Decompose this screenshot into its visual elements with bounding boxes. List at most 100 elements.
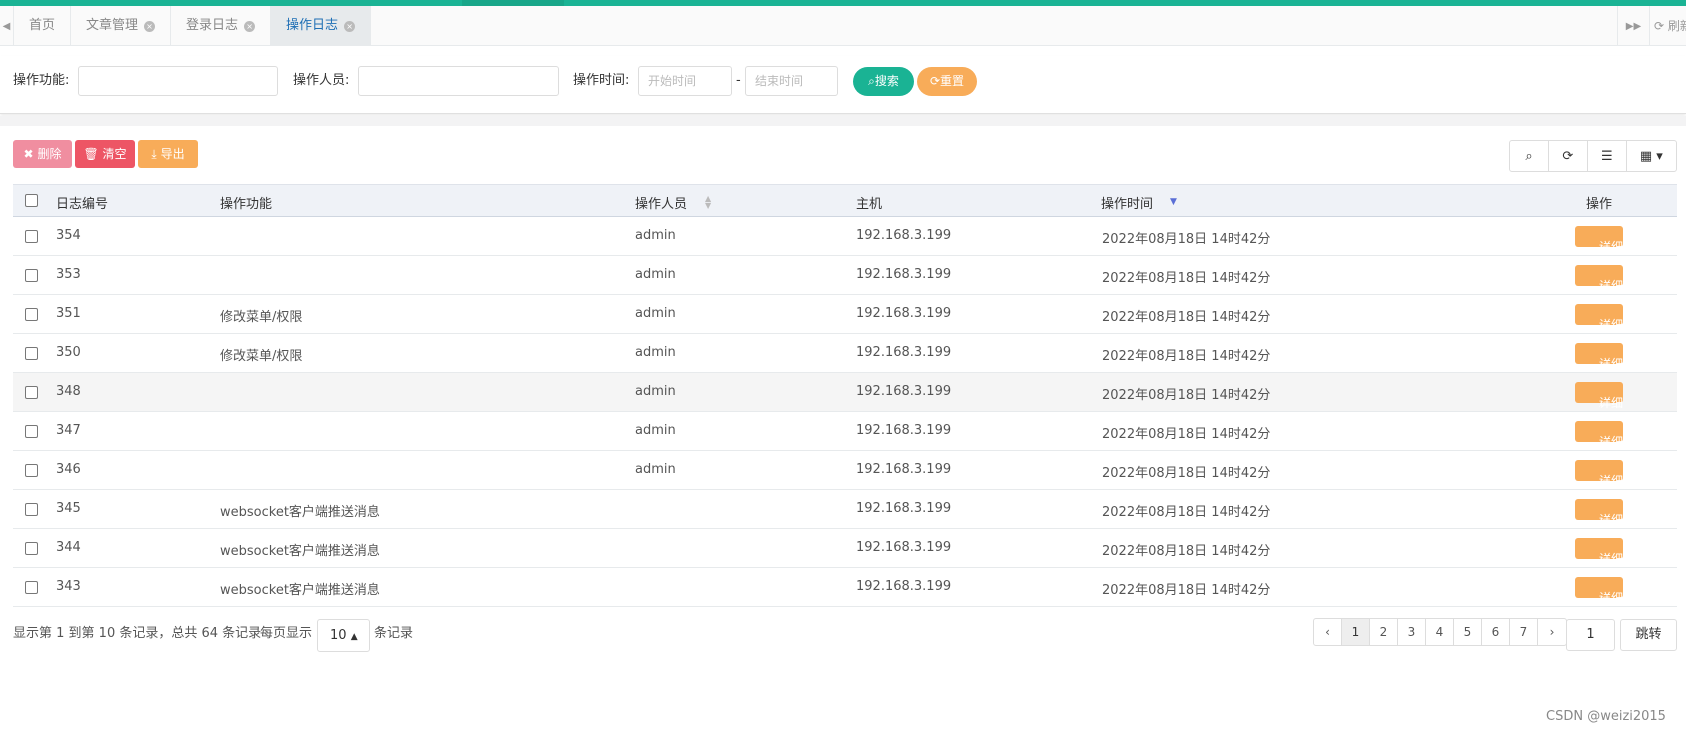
cell-time: 2022年08月18日 14时42分	[1102, 388, 1271, 403]
page-size-select[interactable]: 10 ▲	[317, 619, 370, 652]
start-time-input[interactable]: 开始时间	[638, 66, 732, 96]
tab-close-icon[interactable]: ×	[344, 20, 356, 32]
detail-button[interactable]: ⌕ 详细	[1575, 226, 1623, 254]
header-id[interactable]: 日志编号	[56, 193, 108, 212]
jump-page-input[interactable]: 1	[1566, 619, 1615, 651]
user-input[interactable]	[358, 66, 559, 96]
cell-id: 343	[56, 579, 81, 594]
detail-button[interactable]: ⌕ 详细	[1575, 421, 1623, 449]
detail-button[interactable]: ⌕ 详细	[1575, 343, 1623, 371]
row-checkbox[interactable]	[25, 308, 38, 321]
per-page-label: 每页显示	[260, 626, 313, 641]
header-func[interactable]: 操作功能	[220, 193, 272, 212]
refresh-button[interactable]: ⟳ 刷新	[1649, 6, 1686, 46]
page-button[interactable]: 3	[1398, 619, 1426, 645]
cell-time: 2022年08月18日 14时42分	[1102, 427, 1271, 442]
refresh-icon: ⟳	[1654, 19, 1665, 33]
tab-list: 首页 文章管理 × 登录日志 × 操作日志 ×	[14, 6, 372, 46]
row-checkbox[interactable]	[25, 386, 38, 399]
header-host[interactable]: 主机	[856, 193, 882, 212]
cell-time: 2022年08月18日 14时42分	[1102, 349, 1271, 364]
time-label: 操作时间:	[573, 73, 630, 88]
cell-time: 2022年08月18日 14时42分	[1102, 544, 1271, 559]
tab-close-icon[interactable]: ×	[144, 20, 156, 32]
delete-button[interactable]: ✖ 删除	[13, 140, 72, 168]
cell-id: 345	[56, 501, 81, 516]
cell-host: 192.168.3.199	[856, 345, 952, 360]
page-button[interactable]: 7	[1510, 619, 1538, 645]
header-user[interactable]: 操作人员	[635, 193, 687, 212]
row-checkbox[interactable]	[25, 269, 38, 282]
pagination: ‹ 1 2 3 4 5 6 7 ›	[1313, 618, 1567, 646]
sort-both-icon: ▲ ▼	[705, 194, 712, 210]
detail-button[interactable]: ⌕ 详细	[1575, 538, 1623, 566]
search-icon: ⌕	[868, 74, 875, 88]
page-button[interactable]: 2	[1370, 619, 1398, 645]
func-label: 操作功能:	[13, 73, 70, 88]
cell-user: admin	[635, 345, 676, 360]
page-button[interactable]: 4	[1426, 619, 1454, 645]
header-action: 操作	[1586, 197, 1613, 212]
tab-label: 操作日志	[286, 18, 339, 33]
jump-button[interactable]: 跳转	[1620, 619, 1677, 651]
cell-func: websocket客户端推送消息	[220, 544, 380, 559]
detail-button[interactable]: ⌕ 详细	[1575, 265, 1623, 293]
page-button[interactable]: 1	[1342, 619, 1370, 645]
detail-button[interactable]: ⌕ 详细	[1575, 499, 1623, 527]
tab-item[interactable]: 首页	[14, 6, 72, 46]
columns-menu-icon[interactable]: ▦ ▾	[1627, 141, 1676, 171]
log-table: 日志编号 操作功能 操作人员 ▲ ▼ 主机 操作时间 ▼ 操作 354 admin 1…	[13, 184, 1677, 607]
search-button[interactable]: ⌕搜索	[853, 67, 914, 96]
tab-item[interactable]: 操作日志 ×	[271, 6, 372, 46]
table-row: 344 websocket客户端推送消息 192.168.3.199 2022年08月…	[13, 529, 1677, 568]
row-checkbox[interactable]	[25, 464, 38, 477]
detail-button[interactable]: ⌕ 详细	[1575, 460, 1623, 488]
row-checkbox[interactable]	[25, 425, 38, 438]
select-all-checkbox[interactable]	[25, 194, 38, 207]
cell-id: 347	[56, 423, 81, 438]
cell-host: 192.168.3.199	[856, 579, 952, 594]
export-button[interactable]: ⤓ 导出	[138, 140, 198, 168]
row-checkbox[interactable]	[25, 347, 38, 360]
cell-user: admin	[635, 384, 676, 399]
tab-label: 首页	[29, 18, 56, 33]
end-time-input[interactable]: 结束时间	[745, 66, 838, 96]
prev-page-button[interactable]: ‹	[1314, 619, 1342, 645]
tab-item[interactable]: 文章管理 ×	[71, 6, 172, 46]
clear-button[interactable]: 🗑 清空	[75, 140, 135, 168]
header-time[interactable]: 操作时间	[1101, 193, 1153, 212]
caret-up-icon: ▲	[350, 632, 358, 642]
tab-item[interactable]: 登录日志 ×	[171, 6, 272, 46]
detail-button[interactable]: ⌕ 详细	[1575, 304, 1623, 332]
row-checkbox[interactable]	[25, 230, 38, 243]
tab-scroll-right-icon[interactable]: ▶▶	[1617, 6, 1649, 46]
row-checkbox[interactable]	[25, 503, 38, 516]
row-checkbox[interactable]	[25, 542, 38, 555]
page-button[interactable]: 5	[1454, 619, 1482, 645]
tab-close-icon[interactable]: ×	[244, 20, 256, 32]
detail-button[interactable]: ⌕ 详细	[1575, 577, 1623, 605]
toggle-view-icon[interactable]: ☰	[1588, 141, 1627, 171]
tab-scroll-left-icon[interactable]: ◀	[0, 6, 14, 46]
search-panel: 操作功能: 操作人员: 操作时间: 开始时间 - 结束时间 ⌕搜索 ⟳重置	[0, 56, 1686, 114]
download-icon: ⤓	[151, 147, 157, 161]
cell-user: admin	[635, 228, 676, 243]
func-input[interactable]	[78, 66, 278, 96]
cell-host: 192.168.3.199	[856, 267, 952, 282]
cell-time: 2022年08月18日 14时42分	[1102, 466, 1271, 481]
next-page-button[interactable]: ›	[1538, 619, 1566, 645]
table-tools: ⌕ ⟳ ☰ ▦ ▾	[1509, 140, 1677, 172]
cell-time: 2022年08月18日 14时42分	[1102, 310, 1271, 325]
table-search-icon[interactable]: ⌕	[1510, 141, 1549, 171]
row-checkbox[interactable]	[25, 581, 38, 594]
cell-id: 353	[56, 267, 81, 282]
detail-button[interactable]: ⌕ 详细	[1575, 382, 1623, 410]
range-dash: -	[736, 73, 741, 88]
cell-id: 354	[56, 228, 81, 243]
cell-id: 346	[56, 462, 81, 477]
reset-button[interactable]: ⟳重置	[917, 67, 977, 96]
page-button[interactable]: 6	[1482, 619, 1510, 645]
table-refresh-icon[interactable]: ⟳	[1549, 141, 1588, 171]
cell-time: 2022年08月18日 14时42分	[1102, 505, 1271, 520]
table-row: 348 admin 192.168.3.199 2022年08月18日 14时42分 ⌕…	[13, 373, 1677, 412]
